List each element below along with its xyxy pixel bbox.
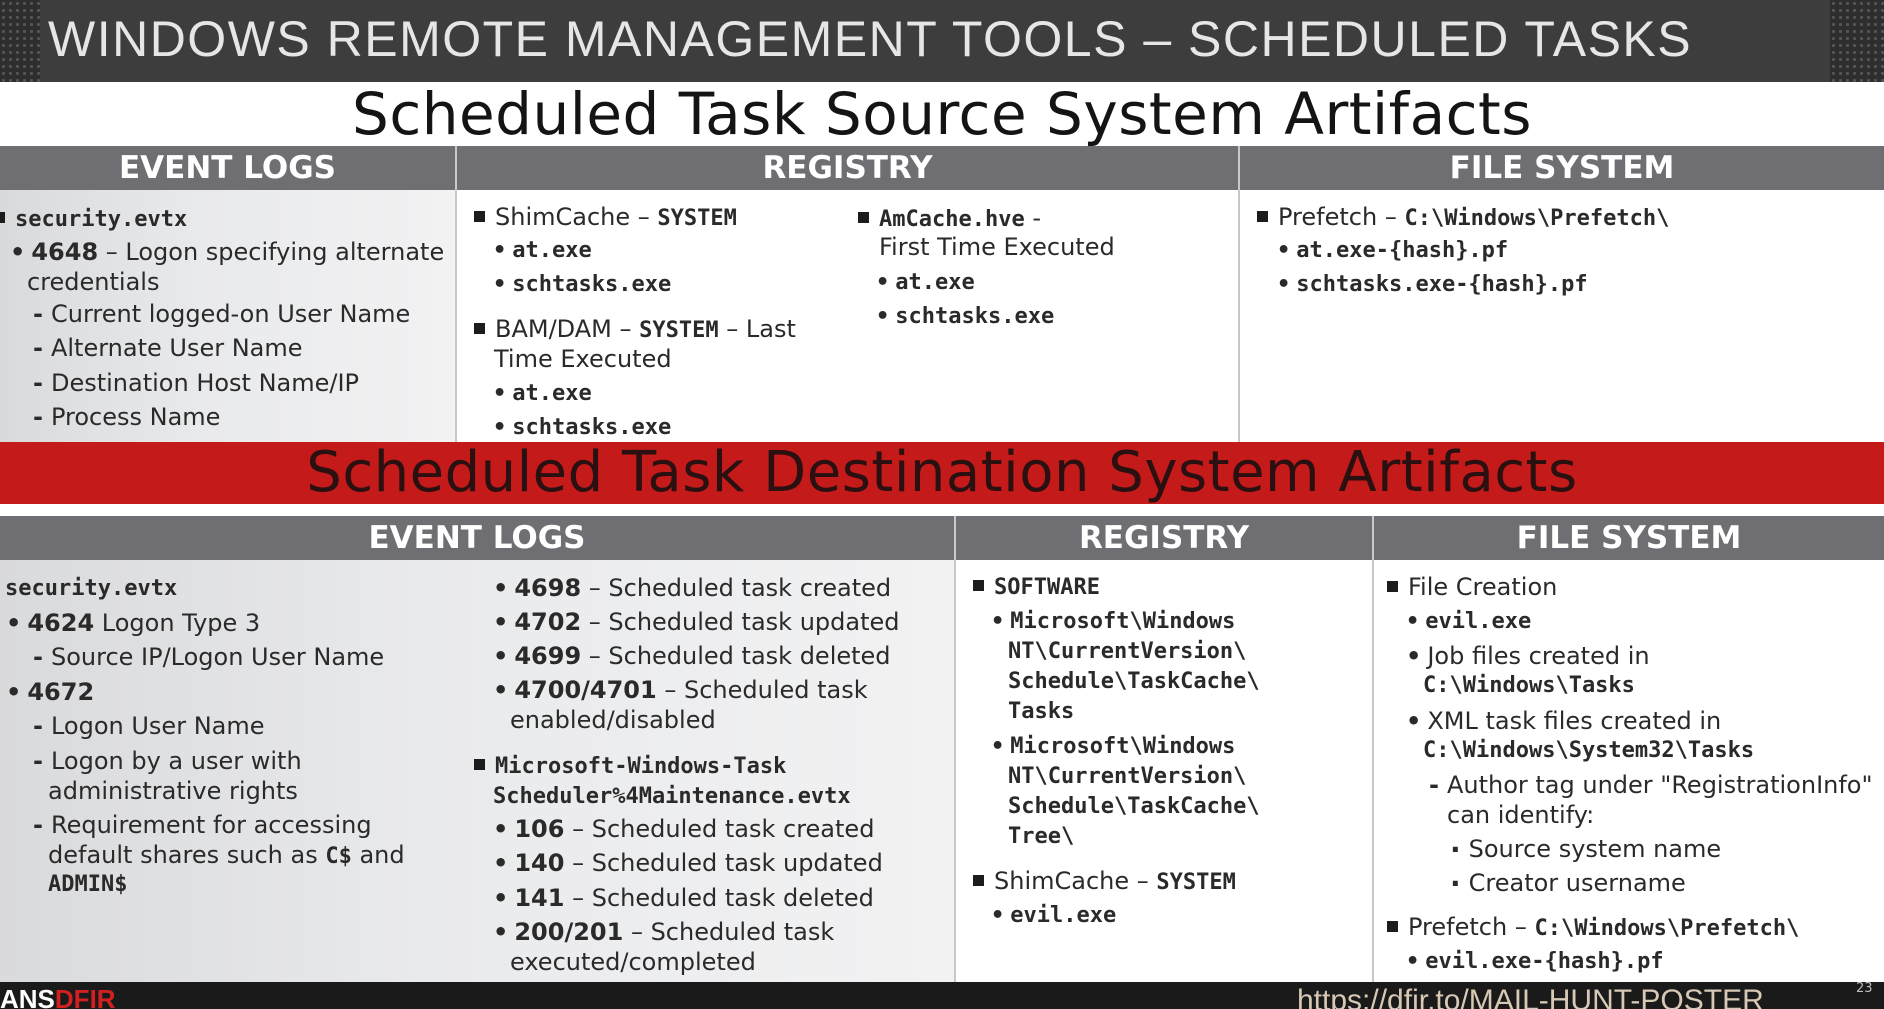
source-shimcache-item: schtasks.exe [493,270,671,300]
source-security-evtx: security.evtx [0,205,187,235]
source-shimcache: ShimCache – SYSTEM [474,202,737,234]
destination-task-event: 4700/4701 – Scheduled task [493,675,867,705]
destination-maintenance-event: 106 – Scheduled task created [493,814,874,844]
destination-4672-detail: Logon User Name [33,711,265,741]
destination-4672-detail-cont: administrative rights [48,777,298,805]
source-bam-item: schtasks.exe [493,413,671,442]
destination-job-files: Job files created in [1406,641,1649,671]
destination-file-creation: File Creation [1387,572,1557,602]
dot-pattern-left [0,0,40,82]
destination-taskcache-tasks-key-cont: NT\CurrentVersion\ [1008,639,1247,664]
source-registry-heading: REGISTRY [457,146,1238,190]
source-bam-item: at.exe [493,379,591,409]
destination-maintenance-event: 200/201 – Scheduled task [493,917,834,947]
destination-taskcache-tasks-key-cont: Schedule\TaskCache\ [1008,669,1260,694]
destination-job-files-path: C:\Windows\Tasks [1423,673,1635,698]
source-event-4648: 4648 – Logon specifying alternate [10,237,444,267]
destination-maintenance-event: 141 – Scheduled task deleted [493,883,874,913]
source-amcache-item: at.exe [876,268,974,298]
source-shimcache-item: at.exe [493,236,591,266]
source-4648-detail: Destination Host Name/IP [33,368,359,398]
destination-maintenance-event: 140 – Scheduled task updated [493,848,882,878]
source-event-logs-heading: EVENT LOGS [0,146,455,190]
destination-xml-task-files-path: C:\Windows\System32\Tasks [1423,738,1755,763]
source-4648-detail: Alternate User Name [33,333,303,363]
source-file-system-heading: FILE SYSTEM [1240,146,1884,190]
destination-event-4624: 4624 Logon Type 3 [6,608,260,638]
destination-section-title: Scheduled Task Destination System Artifa… [0,442,1884,504]
destination-security-evtx: security.evtx [0,574,177,604]
source-amcache: AmCache.hve - [858,203,1041,235]
destination-task-event: 4702 – Scheduled task updated [493,607,899,637]
destination-task-event: 4699 – Scheduled task deleted [493,641,890,671]
destination-taskcache-tasks-key-cont: Tasks [1008,699,1075,724]
destination-taskcache-tree-key-cont: Schedule\TaskCache\ [1008,794,1260,819]
source-prefetch-item: schtasks.exe-{hash}.pf [1277,270,1587,300]
destination-4624-detail: Source IP/Logon User Name [33,642,384,672]
destination-shimcache-item: evil.exe [991,901,1116,931]
destination-taskcache-tree-key: Microsoft\Windows [991,732,1235,762]
destination-registry-heading: REGISTRY [956,516,1372,560]
poster-url: https://dfir.to/MAIL-HUNT-POSTER [1297,984,1764,1009]
destination-taskcache-tree-key-cont: NT\CurrentVersion\ [1008,764,1247,789]
destination-registry-panel: REGISTRY SOFTWARE Microsoft\Windows NT\C… [956,516,1372,982]
destination-file-system-heading: FILE SYSTEM [1374,516,1884,560]
destination-task-event: 4698 – Scheduled task created [493,573,891,603]
destination-maintenance-log-cont: Scheduler%4Maintenance.evtx [493,784,851,809]
dot-pattern-right [1830,0,1884,82]
destination-admin-share: ADMIN$ [48,872,128,897]
footer-bar: ANSDFIR https://dfir.to/MAIL-HUNT-POSTER… [0,982,1884,1009]
source-bam-dam-cont: Time Executed [494,345,672,373]
destination-4672-detail: Requirement for accessing [33,810,372,840]
sans-dfir-logo: ANSDFIR [0,984,116,1009]
destination-event-logs-heading: EVENT LOGS [0,516,954,560]
slide-number: 23 [1856,982,1873,996]
destination-maintenance-log: Microsoft-Windows-Task [474,752,786,782]
destination-task-event-cont: enabled/disabled [510,706,716,734]
destination-taskcache-tree-key-cont: Tree\ [1008,824,1075,849]
destination-shimcache: ShimCache – SYSTEM [973,866,1236,898]
destination-author-tag-cont: can identify: [1447,801,1595,829]
source-file-system-panel: FILE SYSTEM Prefetch – C:\Windows\Prefet… [1240,146,1884,442]
source-amcache-item: schtasks.exe [876,302,1054,332]
destination-maintenance-event-cont: executed/completed [510,948,756,976]
destination-4672-detail-cont: default shares such as C$ and [48,841,405,869]
source-4648-detail: Process Name [33,402,220,432]
title-bar: WINDOWS REMOTE MANAGEMENT TOOLS – SCHEDU… [0,0,1884,82]
destination-event-4672: 4672 [6,677,94,707]
destination-file-system-panel: FILE SYSTEM File Creation evil.exe Job f… [1374,516,1884,982]
destination-author-item: Creator username [1450,868,1686,899]
source-prefetch-item: at.exe-{hash}.pf [1277,236,1508,266]
source-4648-detail: Current logged-on User Name [33,299,410,329]
page-title: WINDOWS REMOTE MANAGEMENT TOOLS – SCHEDU… [48,11,1693,67]
source-event-logs-panel: EVENT LOGS security.evtx 4648 – Logon sp… [0,146,455,442]
destination-software-hive: SOFTWARE [973,573,1100,603]
destination-author-tag: Author tag under "RegistrationInfo" [1429,770,1873,800]
source-event-4648-cont: credentials [27,268,160,296]
destination-xml-task-files: XML task files created in [1406,706,1721,736]
destination-file-evil-exe: evil.exe [1406,607,1531,637]
source-registry-panel: REGISTRY ShimCache – SYSTEM at.exe schta… [457,146,1238,442]
destination-author-item: Source system name [1450,834,1722,865]
destination-taskcache-tasks-key: Microsoft\Windows [991,607,1235,637]
destination-prefetch-item: evil.exe-{hash}.pf [1406,947,1663,977]
destination-4672-detail: Logon by a user with [33,746,302,776]
source-bam-dam: BAM/DAM – SYSTEM – Last [474,314,796,346]
source-prefetch: Prefetch – C:\Windows\Prefetch\ [1257,202,1669,234]
destination-prefetch: Prefetch – C:\Windows\Prefetch\ [1387,912,1799,944]
destination-event-logs-panel: EVENT LOGS security.evtx 4624 Logon Type… [0,516,954,982]
source-section-title: Scheduled Task Source System Artifacts [0,82,1884,146]
source-amcache-cont: First Time Executed [879,233,1115,261]
